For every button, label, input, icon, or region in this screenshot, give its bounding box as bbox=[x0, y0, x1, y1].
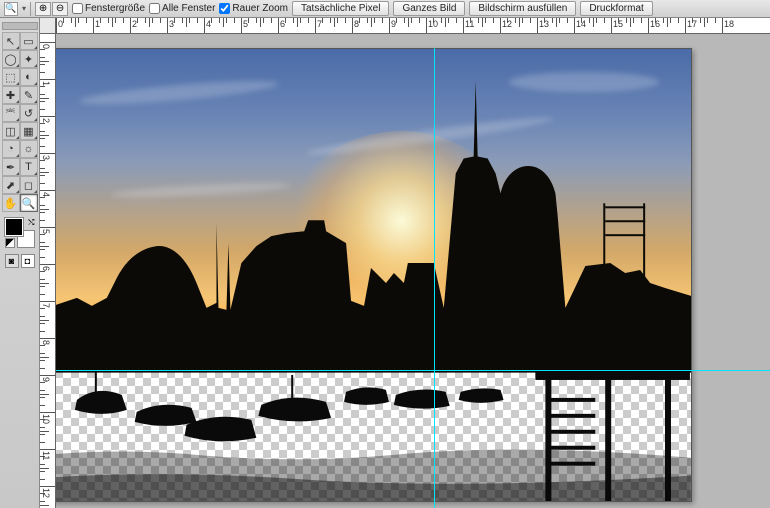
path-select-tool[interactable]: ⬈ bbox=[2, 176, 20, 194]
default-colors-icon[interactable] bbox=[5, 238, 15, 248]
history-brush-tool[interactable]: ↺ bbox=[20, 104, 38, 122]
vertical-ruler[interactable]: 0123456789101112 bbox=[40, 34, 56, 508]
print-size-button[interactable]: Druckformat bbox=[580, 1, 652, 16]
document-canvas[interactable] bbox=[56, 48, 692, 502]
options-bar: 🔍 ▾ ⊕ ⊖ Fenstergröße Alle Fenster Rauer … bbox=[0, 0, 770, 18]
crop-tool[interactable]: ⬚ bbox=[2, 68, 20, 86]
fit-screen-button[interactable]: Ganzes Bild bbox=[393, 1, 465, 16]
swap-colors-icon[interactable]: ⤭ bbox=[28, 218, 34, 228]
eraser-tool[interactable]: ◫ bbox=[2, 122, 20, 140]
all-windows-checkbox[interactable]: Alle Fenster bbox=[149, 3, 215, 14]
toolbox: ↖ ▭ ◯ ✦ ⬚ ◐ ✚ ✎ ⎃ ↺ ◫ ▦ ◔ ☼ ✒ T ⬈ ◻ ✋ 🔍 … bbox=[0, 18, 40, 508]
lasso-tool[interactable]: ◯ bbox=[2, 50, 20, 68]
color-swatches: ⤭ bbox=[5, 218, 35, 248]
marquee-tool[interactable]: ▭ bbox=[20, 32, 38, 50]
blur-tool[interactable]: ◔ bbox=[2, 140, 20, 158]
actual-pixels-button[interactable]: Tatsächliche Pixel bbox=[292, 1, 389, 16]
canvas-area bbox=[56, 34, 770, 508]
heal-tool[interactable]: ✚ bbox=[2, 86, 20, 104]
dropdown-arrow[interactable]: ▾ bbox=[22, 4, 26, 13]
label: Rauer Zoom bbox=[232, 3, 288, 14]
pen-tool[interactable]: ✒ bbox=[2, 158, 20, 176]
shape-tool[interactable]: ◻ bbox=[20, 176, 38, 194]
quick-select-tool[interactable]: ✦ bbox=[20, 50, 38, 68]
gradient-tool[interactable]: ▦ bbox=[20, 122, 38, 140]
standard-mode-icon[interactable]: ◙ bbox=[5, 254, 19, 268]
ruler-origin[interactable] bbox=[40, 18, 56, 34]
label: Fenstergröße bbox=[85, 3, 145, 14]
move-tool[interactable]: ↖ bbox=[2, 32, 20, 50]
resize-windows-checkbox[interactable]: Fenstergröße bbox=[72, 3, 145, 14]
label: Alle Fenster bbox=[162, 3, 215, 14]
quickmask-mode-icon[interactable]: ◘ bbox=[21, 254, 35, 268]
foreground-color-swatch[interactable] bbox=[5, 218, 23, 236]
tool-preset[interactable]: 🔍 bbox=[4, 2, 18, 16]
brush-tool[interactable]: ✎ bbox=[20, 86, 38, 104]
zoom-tool[interactable]: 🔍 bbox=[20, 194, 38, 212]
stamp-tool[interactable]: ⎃ bbox=[2, 104, 20, 122]
zoom-out-icon[interactable]: ⊖ bbox=[52, 2, 68, 16]
dodge-tool[interactable]: ☼ bbox=[20, 140, 38, 158]
eyedropper-tool[interactable]: ◐ bbox=[20, 68, 38, 86]
zoom-in-icon[interactable]: ⊕ bbox=[35, 2, 51, 16]
horizontal-ruler[interactable]: 440123456789101112131415161718 bbox=[40, 18, 770, 34]
scrubby-zoom-checkbox[interactable]: Rauer Zoom bbox=[219, 3, 288, 14]
image-water-silhouette bbox=[56, 370, 691, 502]
hand-tool[interactable]: ✋ bbox=[2, 194, 20, 212]
type-tool[interactable]: T bbox=[20, 158, 38, 176]
toolbox-grip[interactable] bbox=[2, 22, 38, 30]
horizontal-guide[interactable] bbox=[56, 370, 770, 371]
fill-screen-button[interactable]: Bildschirm ausfüllen bbox=[469, 1, 576, 16]
vertical-guide[interactable] bbox=[434, 48, 435, 508]
